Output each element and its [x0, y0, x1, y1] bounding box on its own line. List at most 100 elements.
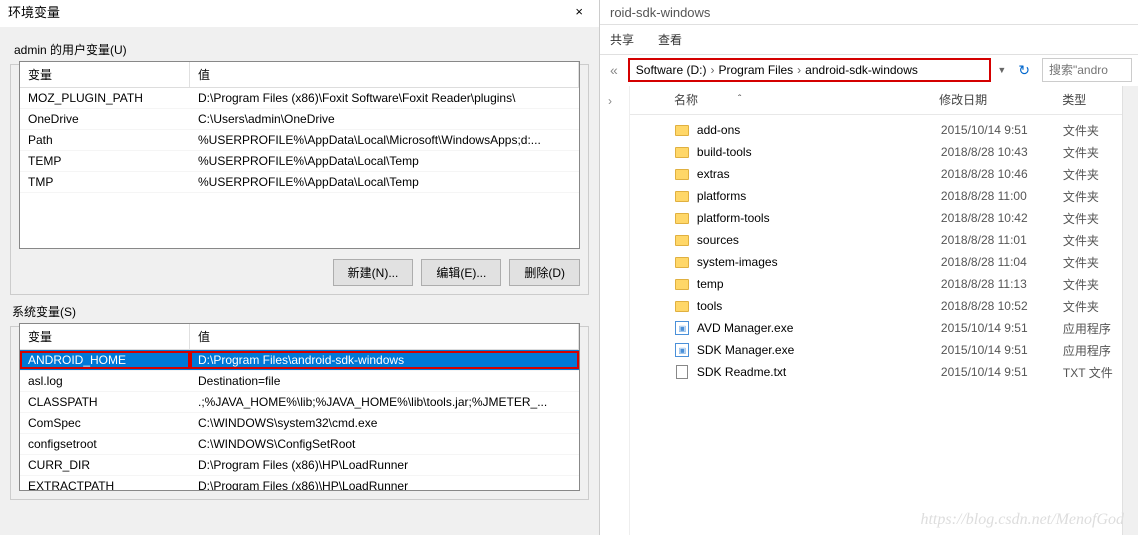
file-date: 2018/8/28 11:04 — [941, 255, 1063, 269]
file-date: 2015/10/14 9:51 — [941, 343, 1063, 357]
table-row[interactable]: CLASSPATH.;%JAVA_HOME%\lib;%JAVA_HOME%\l… — [20, 392, 579, 413]
explorer-title: roid-sdk-windows — [600, 0, 1138, 25]
table-row[interactable]: EXTRACTPATHD:\Program Files (x86)\HP\Loa… — [20, 476, 579, 490]
file-name: sources — [697, 233, 941, 247]
file-list-header: 名称 ˆ 修改日期 类型 — [630, 85, 1138, 115]
folder-icon — [674, 276, 691, 292]
file-name: SDK Readme.txt — [697, 365, 941, 379]
close-icon[interactable]: × — [569, 4, 589, 19]
var-name: OneDrive — [20, 110, 190, 128]
ribbon-tabs: 共享 查看 — [600, 25, 1138, 55]
scrollbar[interactable] — [1122, 86, 1138, 535]
nav-pane-edge: › — [600, 86, 630, 535]
col-value[interactable]: 值 — [190, 324, 579, 349]
file-name: build-tools — [697, 145, 941, 159]
list-item[interactable]: platforms2018/8/28 11:00文件夹 — [674, 185, 1138, 207]
table-row[interactable]: configsetrootC:\WINDOWS\ConfigSetRoot — [20, 434, 579, 455]
list-item[interactable]: add-ons2015/10/14 9:51文件夹 — [674, 119, 1138, 141]
user-vars-grid[interactable]: 变量 值 MOZ_PLUGIN_PATHD:\Program Files (x8… — [19, 61, 580, 249]
breadcrumb-segment[interactable]: android-sdk-windows — [805, 63, 918, 77]
user-vars-label: admin 的用户变量(U) — [14, 41, 599, 58]
user-new-button[interactable]: 新建(N)... — [333, 259, 414, 286]
folder-icon — [674, 144, 691, 160]
list-item[interactable]: platform-tools2018/8/28 10:42文件夹 — [674, 207, 1138, 229]
file-name: tools — [697, 299, 941, 313]
file-date: 2018/8/28 10:52 — [941, 299, 1063, 313]
var-name: ComSpec — [20, 414, 190, 432]
env-var-dialog: 环境变量 × admin 的用户变量(U) 变量 值 MOZ_PLUGIN_PA… — [0, 0, 600, 535]
var-name: ANDROID_HOME — [20, 351, 190, 369]
col-variable[interactable]: 变量 — [20, 62, 190, 87]
user-delete-button[interactable]: 删除(D) — [509, 259, 580, 286]
user-edit-button[interactable]: 编辑(E)... — [421, 259, 501, 286]
file-name: extras — [697, 167, 941, 181]
list-item[interactable]: tools2018/8/28 10:52文件夹 — [674, 295, 1138, 317]
var-value: %USERPROFILE%\AppData\Local\Microsoft\Wi… — [190, 131, 579, 149]
table-row[interactable]: MOZ_PLUGIN_PATHD:\Program Files (x86)\Fo… — [20, 88, 579, 109]
breadcrumb-segment[interactable]: Software (D:) — [636, 63, 707, 77]
file-date: 2018/8/28 10:46 — [941, 167, 1063, 181]
sort-asc-icon: ˆ — [738, 94, 741, 105]
col-variable[interactable]: 变量 — [20, 324, 190, 349]
file-date: 2018/8/28 11:01 — [941, 233, 1063, 247]
file-name: platforms — [697, 189, 941, 203]
folder-icon — [674, 210, 691, 226]
table-row[interactable]: ANDROID_HOMED:\Program Files\android-sdk… — [20, 350, 579, 371]
exe-icon: ▣ — [674, 342, 691, 358]
tree-collapse-icon[interactable]: › — [600, 86, 629, 116]
search-input[interactable] — [1042, 58, 1132, 82]
file-date: 2018/8/28 11:13 — [941, 277, 1063, 291]
file-name: system-images — [697, 255, 941, 269]
table-row[interactable]: TEMP%USERPROFILE%\AppData\Local\Temp — [20, 151, 579, 172]
table-row[interactable]: OneDriveC:\Users\admin\OneDrive — [20, 109, 579, 130]
list-item[interactable]: ▣SDK Manager.exe2015/10/14 9:51应用程序 — [674, 339, 1138, 361]
col-name[interactable]: 名称 — [674, 91, 698, 108]
grid-header: 变量 值 — [20, 62, 579, 88]
file-name: temp — [697, 277, 941, 291]
tab-view[interactable]: 查看 — [658, 31, 682, 48]
var-value: D:\Program Files (x86)\Foxit Software\Fo… — [190, 89, 579, 107]
list-item[interactable]: extras2018/8/28 10:46文件夹 — [674, 163, 1138, 185]
table-row[interactable]: TMP%USERPROFILE%\AppData\Local\Temp — [20, 172, 579, 193]
col-date[interactable]: 修改日期 — [939, 91, 1062, 108]
var-value: C:\WINDOWS\system32\cmd.exe — [190, 414, 579, 432]
txt-icon — [674, 364, 691, 380]
user-vars-section: 变量 值 MOZ_PLUGIN_PATHD:\Program Files (x8… — [10, 64, 589, 295]
var-name: CURR_DIR — [20, 456, 190, 474]
breadcrumb-dropdown-icon[interactable]: ▼ — [997, 65, 1006, 75]
folder-icon — [674, 122, 691, 138]
table-row[interactable]: CURR_DIRD:\Program Files (x86)\HP\LoadRu… — [20, 455, 579, 476]
var-name: MOZ_PLUGIN_PATH — [20, 89, 190, 107]
col-value[interactable]: 值 — [190, 62, 579, 87]
var-name: CLASSPATH — [20, 393, 190, 411]
breadcrumb-segment[interactable]: Program Files — [718, 63, 793, 77]
table-row[interactable]: ComSpecC:\WINDOWS\system32\cmd.exe — [20, 413, 579, 434]
exe-icon: ▣ — [674, 320, 691, 336]
address-bar-row: « Software (D:) › Program Files › androi… — [600, 55, 1138, 85]
file-name: SDK Manager.exe — [697, 343, 941, 357]
folder-icon — [674, 232, 691, 248]
tab-share[interactable]: 共享 — [610, 31, 634, 48]
list-item[interactable]: sources2018/8/28 11:01文件夹 — [674, 229, 1138, 251]
dialog-titlebar: 环境变量 × — [0, 0, 599, 27]
var-value: Destination=file — [190, 372, 579, 390]
list-item[interactable]: temp2018/8/28 11:13文件夹 — [674, 273, 1138, 295]
var-name: asl.log — [20, 372, 190, 390]
file-date: 2018/8/28 10:42 — [941, 211, 1063, 225]
list-item[interactable]: SDK Readme.txt2015/10/14 9:51TXT 文件 — [674, 361, 1138, 383]
file-explorer: roid-sdk-windows 共享 查看 « Software (D:) ›… — [600, 0, 1138, 535]
dialog-title: 环境变量 — [8, 2, 60, 21]
breadcrumb[interactable]: Software (D:) › Program Files › android-… — [628, 58, 992, 82]
window-title-text: roid-sdk-windows — [610, 5, 710, 20]
var-name: TMP — [20, 173, 190, 191]
sys-vars-grid[interactable]: 变量 值 ANDROID_HOMED:\Program Files\androi… — [19, 323, 580, 491]
table-row[interactable]: Path%USERPROFILE%\AppData\Local\Microsof… — [20, 130, 579, 151]
refresh-icon[interactable]: ↻ — [1012, 62, 1036, 79]
table-row[interactable]: asl.logDestination=file — [20, 371, 579, 392]
list-item[interactable]: ▣AVD Manager.exe2015/10/14 9:51应用程序 — [674, 317, 1138, 339]
list-item[interactable]: build-tools2018/8/28 10:43文件夹 — [674, 141, 1138, 163]
var-name: configsetroot — [20, 435, 190, 453]
history-dropdown-icon[interactable]: « — [606, 62, 622, 78]
var-value: .;%JAVA_HOME%\lib;%JAVA_HOME%\lib\tools.… — [190, 393, 579, 411]
list-item[interactable]: system-images2018/8/28 11:04文件夹 — [674, 251, 1138, 273]
